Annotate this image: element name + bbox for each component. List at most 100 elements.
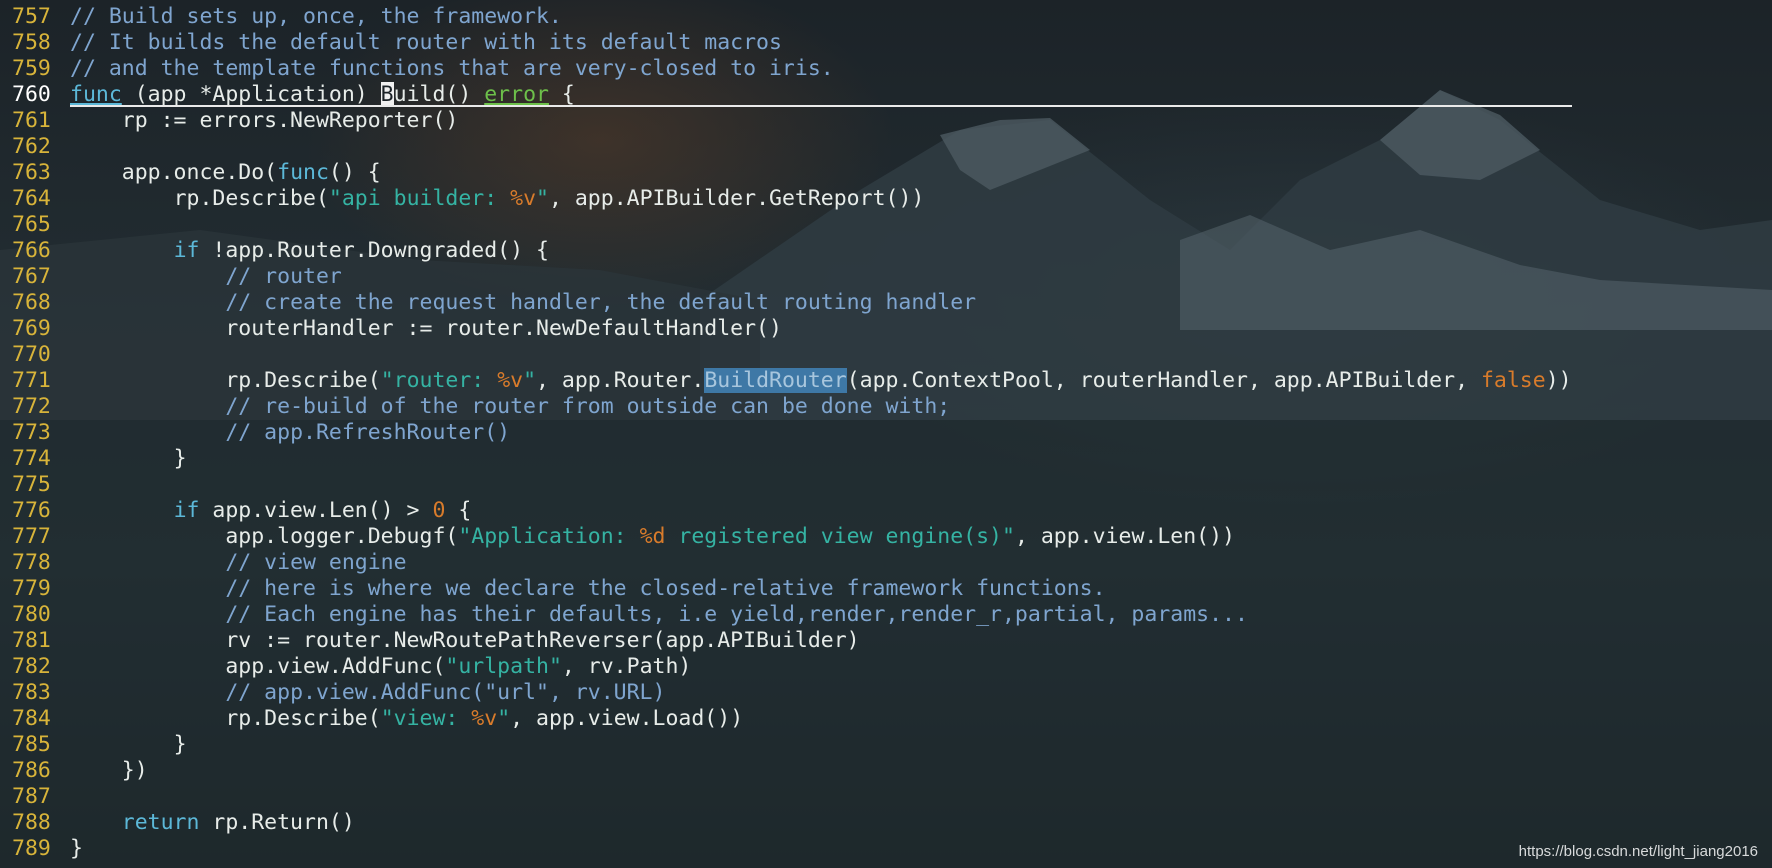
code-token: app.logger.Debugf( [225, 524, 459, 549]
code-text[interactable]: // app.RefreshRouter() [70, 420, 510, 446]
code-token: , app.view.Len()) [1014, 524, 1236, 549]
line-number: 764 [12, 186, 51, 211]
code-token: // router [225, 264, 342, 289]
code-token: uild() [393, 82, 485, 107]
line-number: 778 [12, 550, 51, 575]
code-token: if [173, 498, 200, 523]
code-line[interactable]: 760 func (app *Application) Build() error… [0, 82, 1572, 108]
code-text[interactable]: // It builds the default router with its… [70, 30, 782, 56]
code-line[interactable]: 769 routerHandler := router.NewDefaultHa… [0, 316, 1572, 342]
code-text[interactable]: // re-build of the router from outside c… [70, 394, 950, 420]
code-line[interactable]: 771 rp.Describe("router: %v", app.Router… [0, 368, 1572, 394]
line-number: 780 [12, 602, 51, 627]
code-line[interactable]: 781 rv := router.NewRoutePathReverser(ap… [0, 628, 1572, 654]
code-line[interactable]: 763 app.once.Do(func() { [0, 160, 1572, 186]
code-text[interactable]: routerHandler := router.NewDefaultHandle… [70, 316, 782, 342]
code-line[interactable]: 765 [0, 212, 1572, 238]
code-line[interactable]: 779 // here is where we declare the clos… [0, 576, 1572, 602]
code-token: " [523, 368, 537, 393]
code-token: func [70, 82, 122, 107]
code-text[interactable]: // and the template functions that are v… [70, 56, 834, 82]
code-text[interactable]: rp.Describe("view: %v", app.view.Load()) [70, 706, 743, 732]
code-text[interactable]: // here is where we declare the closed-r… [70, 576, 1105, 602]
code-line[interactable]: 786 }) [0, 758, 1572, 784]
code-text[interactable]: } [70, 836, 83, 862]
line-number: 766 [12, 238, 51, 263]
code-token: 0 [432, 498, 446, 523]
code-text[interactable]: rp := errors.NewReporter() [70, 108, 459, 134]
code-token: , app.Router. [536, 368, 705, 393]
code-text[interactable]: // router [70, 264, 342, 290]
code-line[interactable]: 776 if app.view.Len() > 0 { [0, 498, 1572, 524]
code-line[interactable]: 757 // Build sets up, once, the framework… [0, 4, 1572, 30]
code-token: // re-build of the router from outside c… [225, 394, 951, 419]
code-line[interactable]: 789} [0, 836, 1572, 862]
code-line[interactable]: 766 if !app.Router.Downgraded() { [0, 238, 1572, 264]
code-line[interactable]: 758 // It builds the default router with … [0, 30, 1572, 56]
code-line[interactable]: 785 } [0, 732, 1572, 758]
code-line[interactable]: 777 app.logger.Debugf("Application: %d r… [0, 524, 1572, 550]
code-token: func [277, 160, 329, 185]
code-token: "view: [380, 706, 472, 731]
code-line[interactable]: 762 [0, 134, 1572, 160]
code-text[interactable]: if app.view.Len() > 0 { [70, 498, 472, 524]
code-line[interactable]: 784 rp.Describe("view: %v", app.view.Loa… [0, 706, 1572, 732]
code-text[interactable]: // Build sets up, once, the framework. [70, 4, 562, 30]
code-area[interactable]: 757 // Build sets up, once, the framework… [0, 4, 1572, 862]
code-token: // create the request handler, the defau… [225, 290, 977, 315]
line-number: 771 [12, 368, 51, 393]
code-text[interactable]: rv := router.NewRoutePathReverser(app.AP… [70, 628, 859, 654]
code-editor[interactable]: 757 // Build sets up, once, the framework… [0, 0, 1772, 868]
code-token: // app.RefreshRouter() [225, 420, 511, 445]
code-text[interactable]: return rp.Return() [70, 810, 355, 836]
code-line[interactable]: 768 // create the request handler, the d… [0, 290, 1572, 316]
line-number: 759 [12, 56, 51, 81]
code-text[interactable]: }) [70, 758, 148, 784]
code-text[interactable]: app.once.Do(func() { [70, 160, 381, 186]
code-text[interactable]: } [70, 732, 187, 758]
code-text[interactable]: // app.view.AddFunc("url", rv.URL) [70, 680, 665, 706]
line-number: 772 [12, 394, 51, 419]
code-line[interactable]: 778 // view engine [0, 550, 1572, 576]
code-line[interactable]: 775 [0, 472, 1572, 498]
code-token: // It builds the default router with its… [70, 30, 782, 55]
code-line[interactable]: 767 // router [0, 264, 1572, 290]
line-number: 757 [12, 4, 51, 29]
code-line[interactable]: 759 // and the template functions that ar… [0, 56, 1572, 82]
code-line[interactable]: 782 app.view.AddFunc("urlpath", rv.Path) [0, 654, 1572, 680]
code-text[interactable]: rp.Describe("router: %v", app.Router.Bui… [70, 368, 1572, 394]
code-line[interactable]: 770 [0, 342, 1572, 368]
code-line[interactable]: 764 rp.Describe("api builder: %v", app.A… [0, 186, 1572, 212]
code-line[interactable]: 783 // app.view.AddFunc("url", rv.URL) [0, 680, 1572, 706]
code-text[interactable]: app.view.AddFunc("urlpath", rv.Path) [70, 654, 691, 680]
code-text[interactable]: if !app.Router.Downgraded() { [70, 238, 549, 264]
line-number: 782 [12, 654, 51, 679]
code-token: )) [1545, 368, 1572, 393]
code-line[interactable]: 787 [0, 784, 1572, 810]
code-text[interactable]: rp.Describe("api builder: %v", app.APIBu… [70, 186, 925, 212]
line-number: 788 [12, 810, 51, 835]
code-text[interactable]: } [70, 446, 187, 472]
line-number: 773 [12, 420, 51, 445]
code-line[interactable]: 761 rp := errors.NewReporter() [0, 108, 1572, 134]
code-token: // and the template functions that are v… [70, 56, 834, 81]
code-line[interactable]: 772 // re-build of the router from outsi… [0, 394, 1572, 420]
code-line[interactable]: 774 } [0, 446, 1572, 472]
code-text[interactable]: // view engine [70, 550, 407, 576]
code-token: } [70, 836, 83, 861]
code-token: " [497, 706, 511, 731]
code-text[interactable]: // Each engine has their defaults, i.e y… [70, 602, 1248, 628]
code-line[interactable]: 773 // app.RefreshRouter() [0, 420, 1572, 446]
code-line[interactable]: 780 // Each engine has their defaults, i… [0, 602, 1572, 628]
code-line[interactable]: 788 return rp.Return() [0, 810, 1572, 836]
code-text[interactable]: // create the request handler, the defau… [70, 290, 976, 316]
code-token: rp.Return() [199, 810, 355, 835]
code-text[interactable]: app.logger.Debugf("Application: %d regis… [70, 524, 1235, 550]
code-token: // view engine [225, 550, 407, 575]
